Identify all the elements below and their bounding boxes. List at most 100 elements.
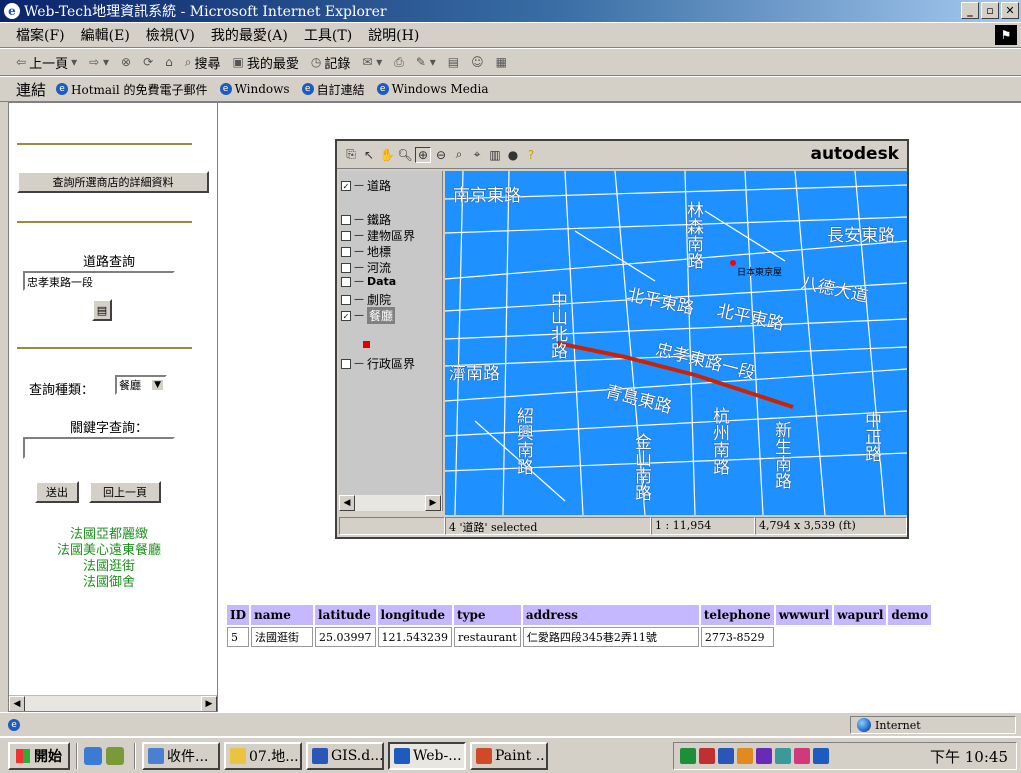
home-icon: ⌂: [165, 55, 173, 69]
start-label: 開始: [34, 748, 62, 765]
query-type-value: 餐廳: [119, 379, 141, 392]
link-windows[interactable]: e Windows: [219, 82, 290, 96]
tray-icon[interactable]: [737, 748, 753, 764]
stop-button[interactable]: ⊗: [121, 55, 131, 69]
ie-quicklaunch-icon[interactable]: [84, 746, 102, 765]
link-custom[interactable]: e 自訂連結: [301, 81, 365, 98]
task-folder[interactable]: 07.地...: [224, 741, 302, 770]
task-paint[interactable]: Paint ...: [470, 741, 548, 770]
menu-favorites[interactable]: 我的最愛(A): [211, 25, 288, 45]
history-button[interactable]: ◷ 記錄: [311, 53, 351, 72]
link-windows-media[interactable]: e Windows Media: [376, 82, 489, 96]
checkbox[interactable]: [341, 358, 351, 369]
maximize-button[interactable]: ▫: [981, 2, 999, 19]
road-query-input[interactable]: 忠孝東路一段: [23, 271, 175, 291]
tray-icon[interactable]: [699, 748, 715, 764]
menu-view[interactable]: 檢視(V): [146, 25, 195, 45]
query-type-select[interactable]: 餐廳 ▼: [115, 375, 167, 395]
layer-district[interactable]: — 行政區界: [341, 355, 415, 372]
result-link[interactable]: 法國御舍: [9, 575, 209, 591]
discuss-button[interactable]: ▤: [448, 55, 459, 69]
task-web[interactable]: Web-...: [388, 741, 466, 770]
close-button[interactable]: ✕: [1001, 2, 1019, 19]
zoom-extent-icon[interactable]: ⌖: [469, 147, 485, 163]
layer-road[interactable]: ✓ — 道路: [341, 177, 391, 194]
zoom-previous-icon[interactable]: ⌕: [451, 147, 467, 163]
road-query-submit-button[interactable]: ▤: [92, 299, 112, 321]
task-inbox[interactable]: 收件...: [142, 741, 220, 770]
favorites-button[interactable]: ▣ 我的最愛: [233, 53, 299, 72]
back-page-button[interactable]: 回上一頁: [89, 481, 161, 503]
print-map-icon[interactable]: ▥: [487, 147, 503, 163]
scroll-right-icon[interactable]: ▶: [201, 696, 217, 711]
keyword-input[interactable]: [23, 437, 175, 459]
desktop-quicklaunch-icon[interactable]: [106, 746, 124, 765]
result-link[interactable]: 法國亞都麗緻: [9, 527, 209, 543]
menu-help[interactable]: 說明(H): [368, 25, 419, 45]
scroll-right-icon[interactable]: ▶: [425, 495, 441, 511]
layer-scrollbar[interactable]: ◀ ▶: [339, 495, 442, 511]
search-button[interactable]: ⌕ 搜尋: [185, 53, 221, 72]
checkbox[interactable]: [341, 276, 351, 287]
window-title-bar[interactable]: e Web-Tech地理資訊系統 - Microsoft Internet Ex…: [0, 0, 1021, 22]
media-button[interactable]: ▦: [496, 55, 507, 69]
mail-button[interactable]: ✉ ▾: [362, 55, 382, 69]
horizontal-scrollbar[interactable]: ◀ ▶: [9, 695, 217, 711]
copy-icon[interactable]: ⎘: [343, 147, 359, 163]
zoom-out-icon[interactable]: ⊖: [433, 147, 449, 163]
column-header: telephone: [700, 605, 774, 625]
tray-icon[interactable]: [794, 748, 810, 764]
messenger-button[interactable]: ☺: [471, 55, 484, 69]
map-canvas[interactable]: 南京東路 長安東路 日本東京屋 八德大道 北平東路 北平東路 忠孝東路一段 青島…: [445, 171, 907, 515]
checkbox[interactable]: [341, 230, 351, 241]
start-button[interactable]: 開始: [8, 741, 70, 770]
input-method-icon[interactable]: [813, 748, 829, 764]
tray-icon[interactable]: [756, 748, 772, 764]
windows-flag-icon: ⚑: [995, 25, 1017, 45]
layer-theater[interactable]: — 劇院: [341, 291, 391, 308]
checkbox[interactable]: [341, 246, 351, 257]
edit-button[interactable]: ✎ ▾: [416, 55, 436, 69]
layer-building[interactable]: — 建物區界: [341, 227, 415, 244]
forward-button[interactable]: ⇨ ▾: [89, 55, 109, 69]
checkbox[interactable]: ✓: [341, 180, 351, 191]
scroll-left-icon[interactable]: ◀: [9, 696, 25, 711]
tray-icon[interactable]: [718, 748, 734, 764]
help-icon[interactable]: ?: [523, 147, 539, 163]
layer-data[interactable]: — Data: [341, 275, 396, 288]
back-button[interactable]: ⇦ 上一頁 ▾: [16, 53, 77, 72]
scroll-left-icon[interactable]: ◀: [339, 495, 355, 511]
tray-icon[interactable]: [775, 748, 791, 764]
ie-page-icon: e: [301, 83, 314, 95]
result-link[interactable]: 法國逛街: [9, 559, 209, 575]
options-icon[interactable]: ●: [505, 147, 521, 163]
menu-edit[interactable]: 編輯(E): [81, 25, 130, 45]
layer-landmark[interactable]: — 地標: [341, 243, 391, 260]
checkbox[interactable]: [341, 214, 351, 225]
tray-icon[interactable]: [680, 748, 696, 764]
select-arrow-icon[interactable]: ↖: [361, 147, 377, 163]
print-button[interactable]: ⎙: [394, 55, 404, 70]
menu-file[interactable]: 檔案(F): [16, 25, 65, 45]
checkbox[interactable]: [341, 262, 351, 273]
checkbox[interactable]: ✓: [341, 310, 351, 321]
zoom-icon[interactable]: 🔍︎: [397, 147, 413, 163]
link-hotmail[interactable]: e Hotmail 的免費電子郵件: [56, 81, 208, 98]
layer-restaurant[interactable]: ✓ — 餐廳: [341, 307, 396, 324]
line-symbol: —: [354, 246, 364, 257]
layer-river[interactable]: — 河流: [341, 259, 391, 276]
minimize-button[interactable]: _: [961, 2, 979, 19]
menu-tools[interactable]: 工具(T): [304, 25, 352, 45]
zoom-in-icon[interactable]: ⊕: [415, 146, 431, 163]
taskbar-separator: [134, 742, 136, 769]
result-link[interactable]: 法國美心遠東餐廳: [9, 543, 209, 559]
edit-icon: ✎ ▾: [415, 55, 436, 69]
store-detail-button[interactable]: 查詢所選商店的詳細資料: [17, 171, 209, 193]
layer-rail[interactable]: — 鐵路: [341, 211, 391, 228]
pan-hand-icon[interactable]: ✋: [379, 147, 395, 163]
checkbox[interactable]: [341, 294, 351, 305]
task-word[interactable]: GIS.d...: [306, 741, 384, 770]
refresh-button[interactable]: ⟳: [143, 55, 153, 69]
home-button[interactable]: ⌂: [165, 55, 173, 69]
submit-button[interactable]: 送出: [35, 481, 79, 503]
